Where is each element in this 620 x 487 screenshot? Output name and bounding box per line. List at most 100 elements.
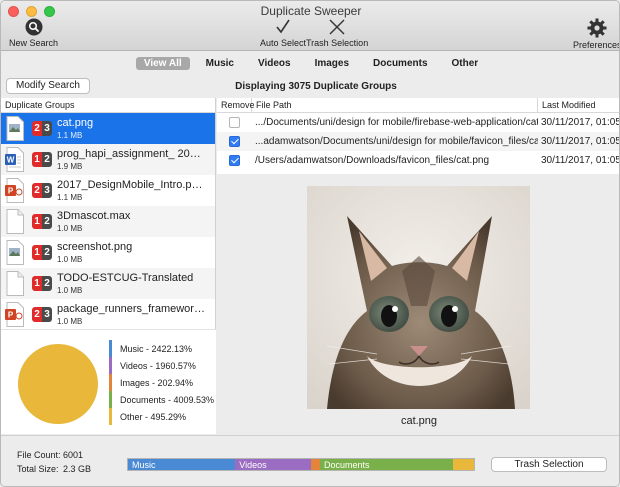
preferences-label: Preferences — [573, 40, 620, 50]
group-size: 1.1 MB — [57, 193, 83, 202]
table-row[interactable]: .../Documents/uni/design for mobile/fire… — [217, 113, 619, 132]
count-a: 2 — [32, 121, 42, 136]
group-size: 1.0 MB — [57, 317, 83, 326]
group-filename: 3Dmascot.max — [57, 210, 131, 222]
auto-select-button[interactable]: Auto Select — [260, 18, 306, 48]
group-text: screenshot.png 1.0 MB — [57, 241, 205, 264]
group-row[interactable]: P 2 3 2017_DesignMobile_Intro.pptx 1.1 MB — [1, 175, 215, 206]
svg-text:W: W — [7, 156, 15, 165]
displaying-count: Displaying 3075 Duplicate Groups — [235, 81, 397, 92]
legend-swatch — [109, 391, 112, 408]
count-b: 2 — [42, 245, 52, 260]
legend-label: Music - 2422.13% — [120, 343, 193, 354]
column-last-modified[interactable]: Last Modified — [538, 98, 619, 112]
remove-checkbox[interactable] — [229, 117, 240, 128]
total-size-value: 2.3 GB — [63, 464, 92, 474]
trash-selection-button[interactable]: Trash Selection — [491, 457, 607, 472]
legend-swatch — [109, 408, 112, 425]
legend-item: Other - 495.29% — [109, 408, 214, 425]
tab-images[interactable]: Images — [307, 57, 357, 70]
group-filename: screenshot.png — [57, 241, 133, 253]
file-count-label: File Count: — [17, 450, 61, 460]
usage-segment: Music — [128, 459, 236, 470]
toolbar: Duplicate Sweeper New Search Auto Select… — [1, 1, 620, 51]
group-row[interactable]: W 12 prog_hapi_assignment_ 2015_16... 1.9 M… — [1, 144, 215, 175]
groups-header[interactable]: Duplicate Groups — [1, 98, 215, 113]
gear-icon — [587, 18, 607, 38]
legend-swatch — [109, 340, 112, 357]
legend-swatch — [109, 357, 112, 374]
new-search-label: New Search — [9, 38, 59, 48]
usage-segment — [311, 459, 320, 470]
group-text: 3Dmascot.max 1.0 MB — [57, 210, 205, 233]
category-chart: Music - 2422.13% Videos - 1960.57% Images … — [1, 329, 216, 434]
legend-label: Videos - 1960.57% — [120, 360, 196, 371]
count-b: 3 — [42, 307, 52, 322]
group-text: TODO-ESTCUG-Translated 1.0 MB — [57, 272, 205, 295]
powerpoint-file-icon: P — [5, 302, 25, 327]
group-filename: 2017_DesignMobile_Intro.pptx — [57, 179, 205, 191]
trash-selection-toolbar-button[interactable]: Trash Selection — [306, 18, 368, 48]
last-modified-cell: 30/11/2017, 01:05 — [541, 155, 620, 166]
trash-selection-toolbar-label: Trash Selection — [306, 38, 369, 48]
preview-pane: cat.png — [217, 174, 619, 434]
file-path-cell: .../Documents/uni/design for mobile/fire… — [255, 117, 538, 128]
remove-cell — [217, 117, 252, 128]
app-window: Duplicate Sweeper New Search Auto Select… — [0, 0, 620, 487]
blank-file-icon — [5, 209, 25, 234]
group-row[interactable]: 1 2 screenshot.png 1.0 MB — [1, 237, 215, 268]
group-filename: prog_hapi_assignment_ 2015_16... — [57, 148, 205, 160]
remove-cell — [217, 136, 252, 147]
remove-checkbox[interactable] — [229, 155, 240, 166]
file-path-cell: /Users/adamwatson/Downloads/favicon_file… — [255, 155, 490, 166]
table-row[interactable]: ...adamwatson/Documents/uni/design for m… — [217, 132, 619, 151]
remove-cell — [217, 155, 252, 166]
groups-list: 2 3 cat.png 1.1 MB W 1 2 prog_hapi_assignment_ … — [1, 113, 215, 330]
tab-view-all[interactable]: View All — [135, 56, 190, 70]
column-remove[interactable]: Remove — [217, 98, 255, 112]
legend-label: Images - 202.94% — [120, 377, 194, 388]
legend-item: Videos - 1960.57% — [109, 357, 214, 374]
duplicate-count-badge: 12 — [32, 276, 52, 291]
group-text: package_runners_frameworks_r... 1.0 MB — [57, 303, 205, 326]
footer-bar: File Count: 6001 Total Size: 2.3 GB Music V… — [1, 435, 619, 486]
preferences-button[interactable]: Preferences — [573, 18, 620, 50]
count-b: 3 — [42, 121, 52, 136]
tab-music[interactable]: Music — [198, 57, 242, 70]
svg-text:P: P — [8, 311, 14, 320]
search-icon — [25, 18, 43, 36]
checkmark-icon — [276, 19, 290, 34]
total-size-label: Total Size: — [17, 464, 59, 474]
group-row[interactable]: P 23 package_runners_frameworks_r... 1.0 MB — [1, 299, 215, 330]
remove-checkbox[interactable] — [229, 136, 240, 147]
total-size-stat: Total Size: 2.3 GB — [17, 464, 91, 474]
count-b: 2 — [42, 152, 52, 167]
tab-other[interactable]: Other — [444, 57, 487, 70]
group-size: 1.9 MB — [57, 162, 83, 171]
table-row[interactable]: /Users/adamwatson/Downloads/favicon_file… — [217, 151, 620, 170]
group-filename: package_runners_frameworks_r... — [57, 303, 205, 315]
usage-segment — [453, 459, 474, 470]
count-a: 2 — [32, 183, 42, 198]
pie-slice-other — [18, 344, 98, 424]
tab-documents[interactable]: Documents — [365, 57, 435, 70]
group-size: 1.0 MB — [57, 224, 83, 233]
group-size: 1.1 MB — [57, 131, 83, 140]
group-row[interactable]: 2 3 cat.png 1.1 MB — [1, 113, 215, 144]
new-search-button[interactable]: New Search — [9, 18, 58, 48]
legend-label: Other - 495.29% — [120, 411, 187, 422]
count-b: 3 — [42, 183, 52, 198]
tab-videos[interactable]: Videos — [250, 57, 299, 70]
duplicate-count-badge: 12 — [32, 152, 52, 167]
column-file-path[interactable]: File Path — [252, 98, 538, 112]
modify-search-button[interactable]: Modify Search — [6, 78, 90, 94]
group-row[interactable]: 1 2 3Dmascot.max 1.0 MB — [1, 206, 215, 237]
legend-item: Documents - 4009.53% — [109, 391, 214, 408]
group-row[interactable]: 1 2 TODO-ESTCUG-Translated 1.0 MB — [1, 268, 215, 299]
file-path-cell: ...adamwatson/Documents/uni/design for m… — [255, 136, 538, 147]
table-header: Remove File Path Last Modified — [217, 98, 619, 113]
usage-segment: Videos — [235, 459, 312, 470]
powerpoint-file-icon: P — [5, 178, 25, 203]
duplicate-groups-panel: Duplicate Groups 2 3 cat.png 1.1 MB W 1 2 prog_… — [1, 98, 216, 434]
chart-legend: Music - 2422.13% Videos - 1960.57% Images … — [109, 340, 214, 425]
